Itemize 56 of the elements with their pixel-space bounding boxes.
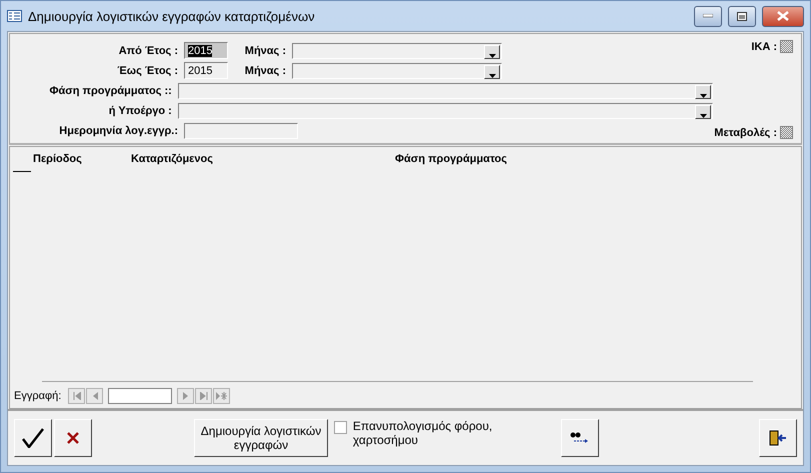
minimize-button[interactable]	[694, 6, 722, 26]
last-record-button[interactable]	[195, 388, 212, 404]
last-icon	[200, 392, 208, 400]
checkbox-label: ΙΚΑ :	[750, 40, 777, 52]
next-record-button[interactable]	[177, 388, 194, 404]
field-label: Από Έτος :	[118, 44, 178, 56]
year-field[interactable]: 2015	[184, 62, 228, 79]
close-button[interactable]	[762, 6, 804, 26]
subproject-dropdown[interactable]	[178, 102, 713, 118]
field-label: Φάση προγράμματος ::	[48, 84, 172, 96]
recalc-checkbox[interactable]	[334, 421, 347, 434]
changes-checkbox[interactable]	[780, 126, 793, 139]
exit-door-icon	[769, 430, 787, 446]
field-label: Έως Έτος :	[116, 64, 178, 76]
new-record-button[interactable]	[213, 388, 230, 404]
caret-icon	[700, 114, 706, 118]
recalc-label: Επανυπολογισμός φόρου, χαρτοσήμου	[352, 419, 494, 447]
field-label: Μήνας :	[244, 44, 286, 56]
record-label: Εγγραφή:	[14, 390, 62, 402]
column-header: Περίοδος	[33, 153, 83, 167]
window-title: Δημιουργία λογιστικών εγγραφών καταρτιζομένων	[28, 8, 316, 24]
first-record-button[interactable]	[68, 388, 86, 404]
new-record-icon	[216, 392, 228, 400]
confirm-button[interactable]	[14, 419, 52, 457]
caret-icon	[700, 94, 706, 98]
form-icon	[7, 10, 22, 22]
checkbox-label: Μεταβολές :	[713, 126, 777, 138]
next-icon	[182, 392, 189, 400]
date-field[interactable]	[184, 122, 298, 138]
maximize-icon	[737, 12, 747, 20]
column-header: Φάση προγράμματος	[395, 153, 508, 167]
caret-icon	[488, 74, 496, 78]
binoculars-icon	[570, 432, 590, 444]
first-icon	[72, 392, 81, 400]
ika-checkbox[interactable]	[780, 40, 793, 53]
phase-dropdown[interactable]	[178, 82, 713, 98]
month-dropdown[interactable]	[292, 42, 502, 58]
maximize-button[interactable]	[728, 6, 756, 26]
field-label: Ημερομηνία λογ.εγγρ.:	[58, 124, 178, 136]
exit-button[interactable]	[759, 419, 797, 457]
checkmark-icon	[22, 428, 44, 448]
record-number-field[interactable]	[108, 388, 172, 404]
previous-icon	[92, 392, 98, 400]
close-icon	[777, 11, 789, 21]
cancel-button[interactable]	[54, 419, 92, 457]
cross-icon	[66, 431, 80, 445]
minimize-icon	[703, 14, 713, 18]
previous-record-button[interactable]	[86, 388, 104, 404]
month-dropdown[interactable]	[292, 62, 502, 78]
column-header: Καταρτιζόμενος	[131, 153, 214, 167]
year-field[interactable]: 2015	[184, 42, 228, 59]
field-label: Μήνας :	[244, 64, 286, 76]
field-label: ή Υποέργο :	[108, 104, 172, 116]
caret-icon	[488, 54, 496, 58]
create-entries-button[interactable]: Δημιουργία λογιστικών εγγραφών	[194, 419, 328, 457]
find-button[interactable]	[561, 419, 599, 457]
